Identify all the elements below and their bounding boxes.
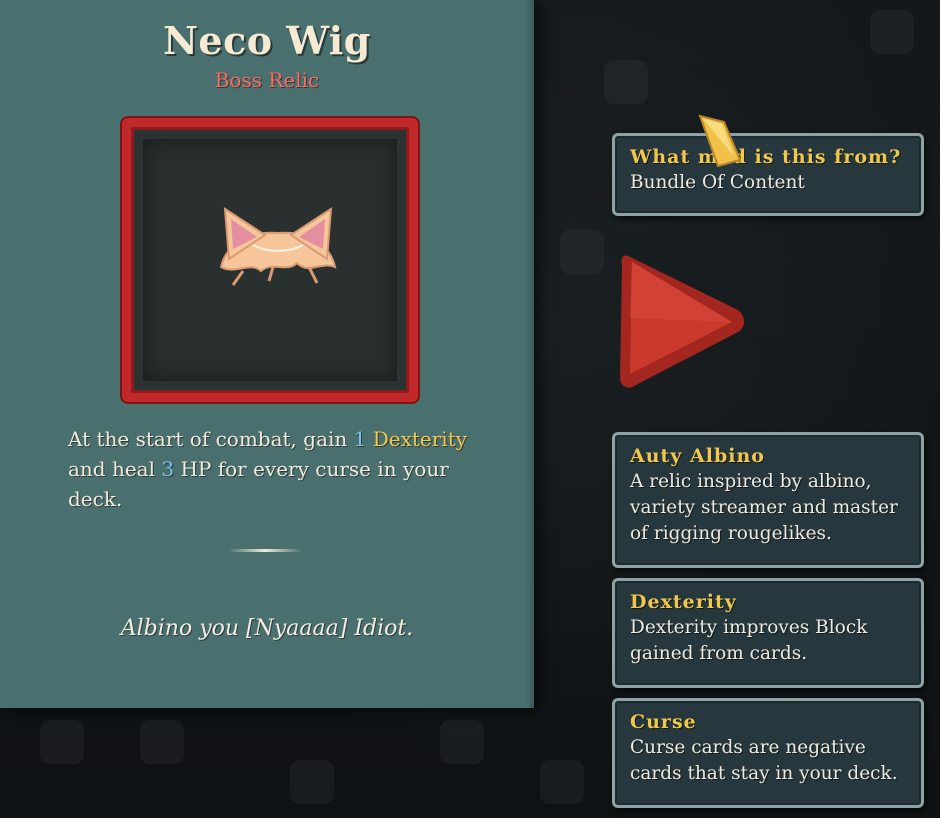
description-text: and heal	[68, 457, 162, 481]
description-text: At the start of combat, gain	[68, 427, 354, 451]
tooltip-curse: Curse Curse cards are negative cards tha…	[612, 698, 924, 808]
relic-name: Neco Wig	[163, 18, 371, 63]
background-relic-icon	[440, 720, 484, 764]
cat-ear-wig-icon	[219, 207, 337, 286]
background-relic-icon	[604, 60, 648, 104]
relic-description: At the start of combat, gain 1 Dexterity…	[68, 424, 488, 514]
tooltip-body: Curse cards are negative cards that stay…	[630, 737, 898, 784]
relic-flavor-text: Albino you [Nyaaaa] Idiot.	[120, 616, 414, 641]
tooltip-title: What mod is this from?	[630, 146, 902, 168]
tooltip-title: Curse	[630, 711, 697, 733]
background-relic-icon	[540, 760, 584, 804]
cursor-icon	[698, 114, 742, 168]
next-arrow-icon[interactable]	[614, 248, 746, 394]
tooltip-body: Dexterity improves Block gained from car…	[630, 617, 868, 664]
tooltip-auty-albino: Auty Albino A relic inspired by albino, …	[612, 432, 924, 568]
divider	[228, 549, 302, 552]
tooltip-body: Bundle Of Content	[630, 172, 805, 193]
background-relic-icon	[560, 230, 604, 274]
background-relic-icon	[140, 720, 184, 764]
tooltip-mod-source: What mod is this from? Bundle Of Content	[612, 133, 924, 216]
dexterity-keyword: Dexterity	[372, 427, 468, 451]
tooltip-dexterity: Dexterity Dexterity improves Block gaine…	[612, 578, 924, 688]
relic-frame	[122, 118, 418, 402]
heal-amount: 3	[161, 457, 175, 481]
tooltip-title: Dexterity	[630, 591, 737, 613]
tooltip-body: A relic inspired by albino, variety stre…	[630, 471, 898, 544]
background-relic-icon	[870, 10, 914, 54]
relic-tier: Boss Relic	[214, 68, 320, 92]
relic-frame-inner	[143, 139, 397, 381]
background-relic-icon	[290, 760, 334, 804]
background-relic-icon	[40, 720, 84, 764]
relic-panel: Neco Wig Boss Relic At the start of comb…	[0, 0, 534, 708]
dexterity-amount: 1	[353, 427, 367, 451]
tooltip-title: Auty Albino	[630, 445, 765, 467]
